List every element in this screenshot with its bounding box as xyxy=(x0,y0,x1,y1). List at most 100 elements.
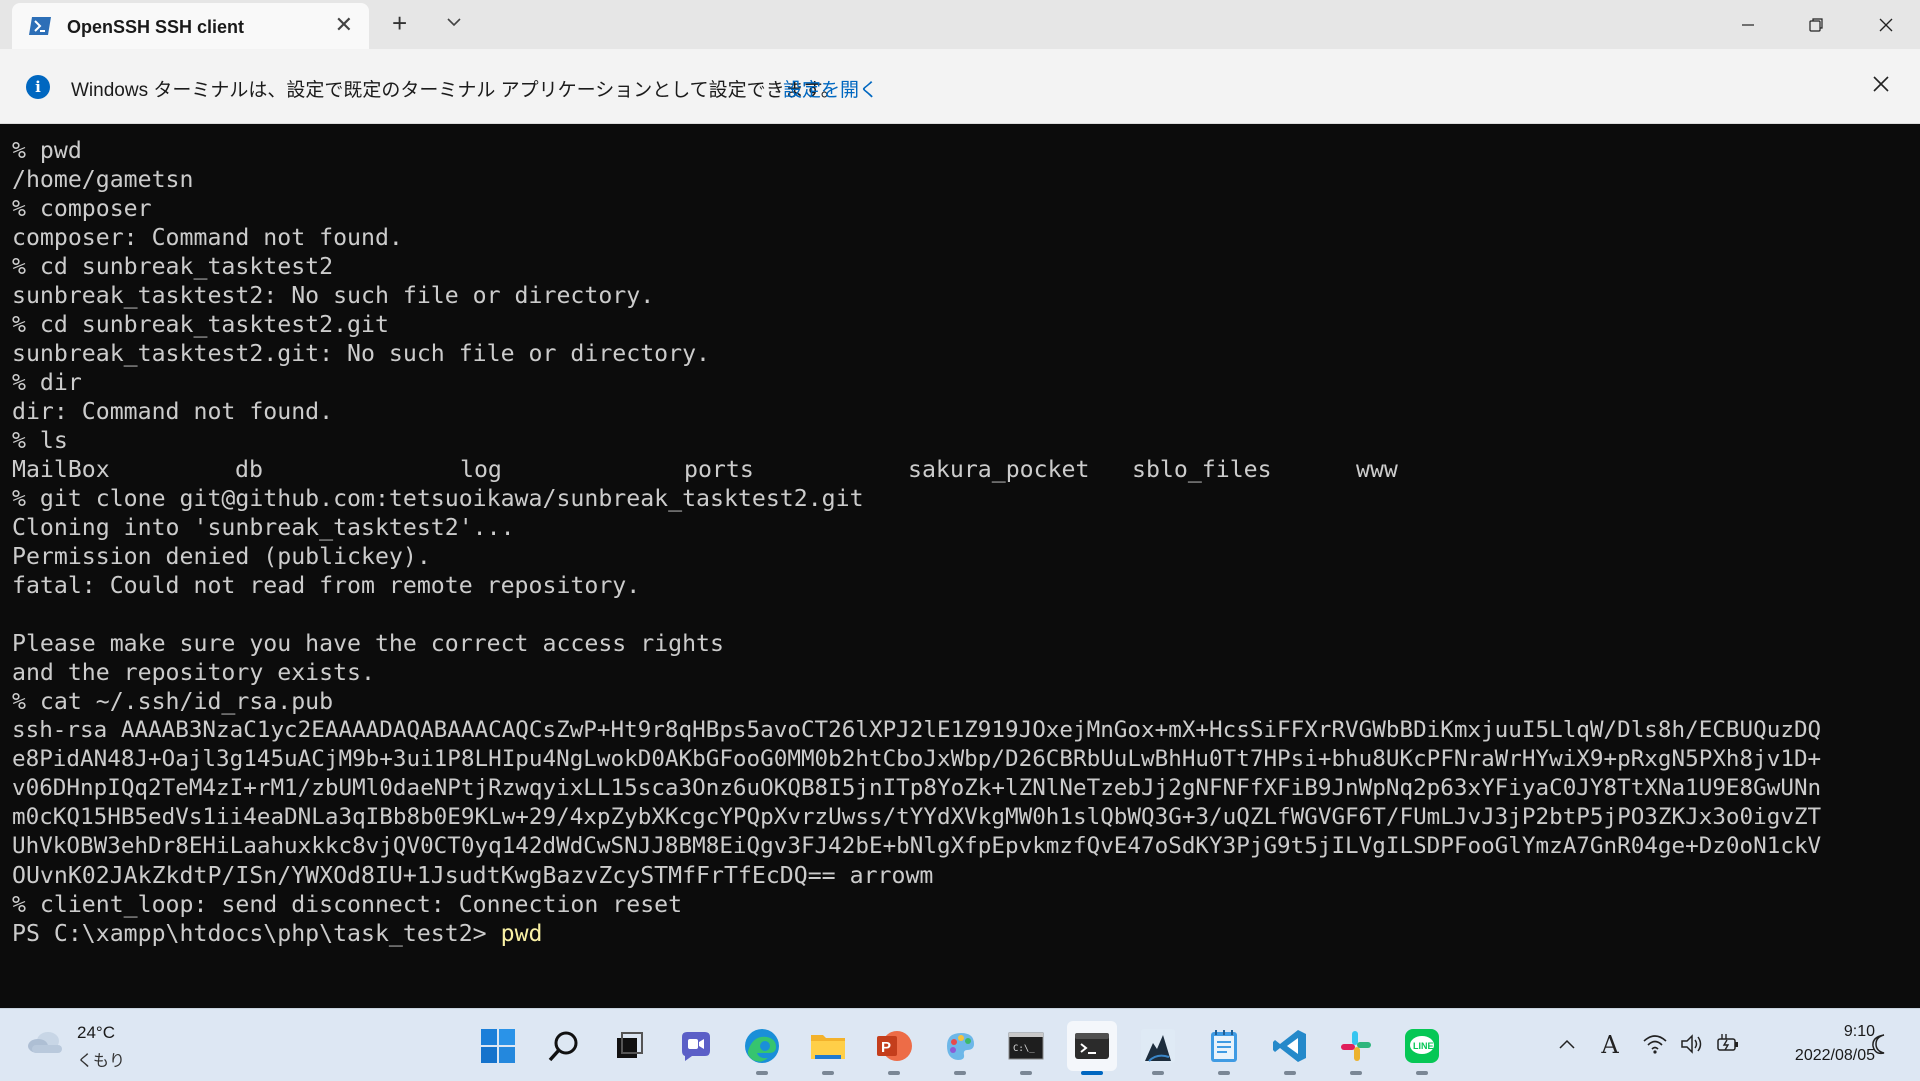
command-prompt-icon: C:\_ xyxy=(1008,1032,1044,1060)
running-indicator xyxy=(1152,1071,1164,1075)
terminal-line: /home/gametsn xyxy=(12,166,194,193)
volume-button[interactable] xyxy=(1679,1031,1705,1057)
terminal-line: % cat ~/.ssh/id_rsa.pub xyxy=(12,688,334,715)
search-button[interactable] xyxy=(539,1021,589,1071)
terminal-line: e8PidAN48J+Oajl3g145uACjM9b+3ui1P8LHIpu4… xyxy=(12,746,1822,772)
terminal-line: composer: Command not found. xyxy=(12,224,403,251)
ime-indicator[interactable]: A xyxy=(1596,1031,1624,1059)
windows-terminal-button[interactable] xyxy=(1067,1021,1117,1075)
powerpoint-button[interactable]: P xyxy=(869,1021,919,1075)
battery-button[interactable] xyxy=(1715,1031,1741,1057)
show-hidden-icons-button[interactable] xyxy=(1554,1031,1580,1057)
edge-button[interactable] xyxy=(737,1021,787,1075)
running-indicator xyxy=(954,1071,966,1075)
svg-text:LINE: LINE xyxy=(1413,1041,1434,1051)
restore-icon xyxy=(1809,17,1823,32)
running-indicator xyxy=(1416,1071,1428,1075)
open-settings-link[interactable]: 設定を開く xyxy=(783,75,878,102)
terminal-line: Please make sure you have the correct ac… xyxy=(12,630,724,657)
powerpoint-icon: P xyxy=(877,1031,912,1061)
notepad-icon xyxy=(1211,1030,1237,1062)
paint-icon xyxy=(947,1033,974,1060)
terminal-output[interactable]: % pwd /home/gametsn % composer composer:… xyxy=(0,124,1920,1008)
terminal-line: fatal: Could not read from remote reposi… xyxy=(12,572,641,599)
new-tab-button[interactable]: + xyxy=(392,8,407,38)
chevron-down-icon[interactable] xyxy=(442,10,466,34)
teams-chat-button[interactable] xyxy=(671,1021,721,1071)
terminal-line: sunbreak_tasktest2.git: No such file or … xyxy=(12,340,711,367)
minimize-icon xyxy=(1742,23,1754,26)
ls-item: ports xyxy=(684,456,754,483)
running-indicator xyxy=(888,1071,900,1075)
close-icon xyxy=(1879,18,1893,31)
terminal-line: % cd sunbreak_tasktest2.git xyxy=(12,311,389,338)
minimize-button[interactable] xyxy=(1718,0,1778,49)
running-indicator xyxy=(756,1071,768,1075)
terminal-line: sunbreak_tasktest2: No such file or dire… xyxy=(12,282,655,309)
vscode-button[interactable] xyxy=(1265,1021,1315,1075)
line-icon: LINE xyxy=(1405,1029,1439,1063)
terminal-line: Permission denied (publickey). xyxy=(12,543,431,570)
terminal-line: Cloning into 'sunbreak_tasktest2'... xyxy=(12,514,515,541)
tab-title: OpenSSH SSH client xyxy=(67,17,245,37)
powershell-prompt: PS C:\xampp\htdocs\php\task_test2> xyxy=(12,920,501,947)
terminal-line: OUvnK02JAkZkdtP/ISn/YWXOd8IU+1JsudtKwgBa… xyxy=(12,862,934,889)
cloud-icon[interactable] xyxy=(26,1027,66,1057)
file-explorer-button[interactable] xyxy=(803,1021,853,1075)
paint-button[interactable] xyxy=(935,1021,985,1075)
network-button[interactable] xyxy=(1642,1031,1668,1057)
clock-date[interactable]: 2022/08/05 xyxy=(1760,1047,1875,1065)
terminal-line: and the repository exists. xyxy=(12,659,375,686)
terminal-line: % pwd xyxy=(12,137,82,164)
app-button[interactable] xyxy=(1133,1021,1183,1075)
terminal-line: % client_loop: send disconnect: Connecti… xyxy=(12,891,683,918)
windows-terminal-icon xyxy=(1075,1033,1109,1059)
weather-temperature[interactable]: 24°C xyxy=(77,1023,115,1043)
terminal-line: ssh-rsa AAAAB3NzaC1yc2EAAAADAQABAAACAQCs… xyxy=(12,717,1822,743)
powershell-icon xyxy=(29,17,51,35)
terminal-line: % ls xyxy=(12,427,68,454)
restore-button[interactable] xyxy=(1786,0,1846,49)
powershell-prompt-line[interactable]: PS C:\xampp\htdocs\php\task_test2> pwd xyxy=(12,919,543,948)
weather-condition[interactable]: くもり xyxy=(77,1047,125,1071)
battery-charging-icon xyxy=(1717,1034,1738,1051)
ls-item: sblo_files xyxy=(1132,456,1272,483)
tab-close-icon[interactable]: ✕ xyxy=(335,14,353,36)
wifi-icon xyxy=(1643,1035,1667,1054)
clock-time[interactable]: 9:10 xyxy=(1805,1023,1875,1041)
focus-assist-button[interactable] xyxy=(1868,1031,1894,1057)
running-indicator xyxy=(1350,1071,1362,1075)
slack-button[interactable] xyxy=(1331,1021,1381,1075)
ls-item: MailBox xyxy=(12,456,110,483)
infobar-close-icon[interactable] xyxy=(1868,71,1894,97)
title-bar: OpenSSH SSH client ✕ + xyxy=(0,0,1920,49)
app-icon xyxy=(1141,1029,1175,1063)
command-prompt-button[interactable]: C:\_ xyxy=(1001,1021,1051,1075)
moon-icon xyxy=(1872,1034,1885,1055)
terminal-line: UhVkOBW3ehDr8EHiLaahuxkkc8vjQV0CT0yq142d… xyxy=(12,833,1822,859)
search-icon xyxy=(548,1031,578,1062)
active-indicator xyxy=(1081,1071,1103,1075)
running-indicator xyxy=(1218,1071,1230,1075)
task-view-icon xyxy=(617,1032,643,1058)
typed-command: pwd xyxy=(500,920,543,947)
line-button[interactable]: LINE xyxy=(1397,1021,1447,1075)
terminal-line: % dir xyxy=(12,369,82,396)
tab-openssh[interactable]: OpenSSH SSH client ✕ xyxy=(12,3,369,49)
terminal-line: m0cKQ15HB5edVs1ii4eaDNLa3qIBb8b0E9KLw+29… xyxy=(12,804,1822,830)
svg-text:C:\_: C:\_ xyxy=(1013,1044,1035,1054)
close-window-button[interactable] xyxy=(1856,0,1916,49)
running-indicator xyxy=(1020,1071,1032,1075)
taskbar: 24°C くもり P C:\_ LINE A 9:10 2022/08/05 xyxy=(0,1008,1920,1081)
default-terminal-infobar: i Windows ターミナルは、設定で既定のターミナル アプリケーションとして… xyxy=(0,49,1920,124)
terminal-line: v06DHnpIQq2TeM4zI+rM1/zbUMl0daeNPtjRzwqy… xyxy=(12,775,1822,801)
notepad-button[interactable] xyxy=(1199,1021,1249,1075)
vscode-icon xyxy=(1273,1030,1306,1062)
svg-text:P: P xyxy=(881,1039,891,1056)
start-button[interactable] xyxy=(473,1021,523,1071)
running-indicator xyxy=(1284,1071,1296,1075)
task-view-button[interactable] xyxy=(605,1021,655,1071)
chevron-up-icon xyxy=(1559,1039,1575,1049)
ls-item: db xyxy=(235,456,263,483)
slack-icon xyxy=(1341,1031,1371,1061)
